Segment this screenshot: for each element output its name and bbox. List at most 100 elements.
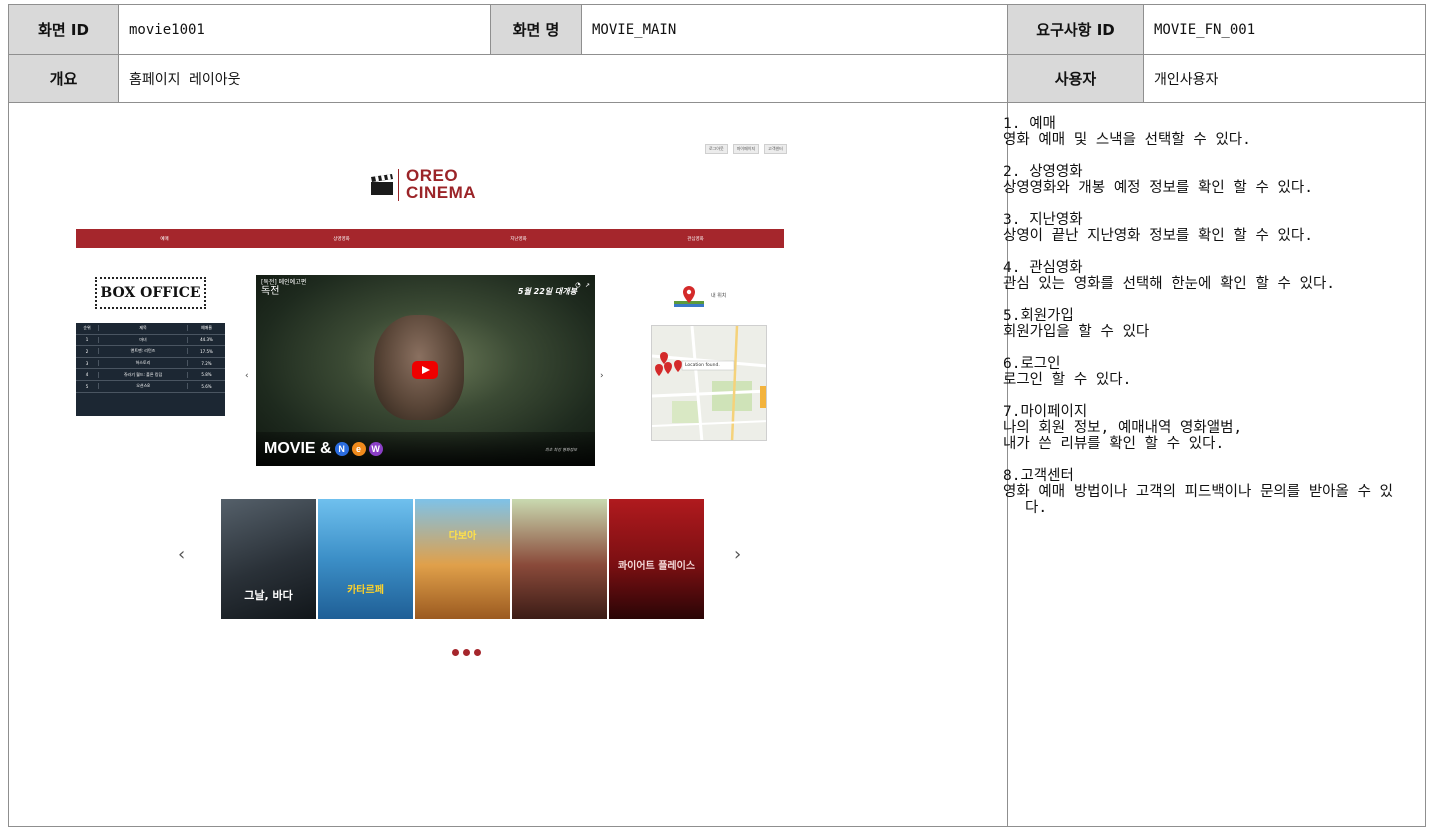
- feature-title: 8.고객센터: [1003, 468, 1074, 484]
- feature-body: 영화 예매 방법이나 고객의 피드백이나 문의를 받아올 수 있다.: [1003, 484, 1393, 516]
- pagination-dot[interactable]: [463, 649, 470, 656]
- my-location[interactable]: 내 위치: [672, 284, 772, 312]
- title-cell: 마녀: [98, 336, 188, 343]
- rank-cell: 5: [85, 383, 89, 389]
- nav-item-past-movies[interactable]: 지난영화: [430, 236, 607, 242]
- share-icon[interactable]: ◔ ↗: [576, 280, 590, 289]
- feature-body: 나의 회원 정보, 예매내역 영화앨범,: [1003, 420, 1243, 436]
- rate-cell: 44.3%: [200, 337, 213, 343]
- feature-item: 3. 지난영화 상영이 끝난 지난영화 정보를 확인 할 수 있다.: [1003, 212, 1413, 244]
- feature-title: 3. 지난영화: [1003, 212, 1083, 228]
- logo-line-1: OREO: [406, 166, 459, 185]
- pagination-dot[interactable]: [474, 649, 481, 656]
- video-note: 최초 최강 영화정보: [545, 447, 577, 452]
- location-pin-icon: [674, 286, 704, 307]
- nav-item-booking[interactable]: 예매: [76, 236, 253, 242]
- feature-body: 회원가입을 할 수 있다: [1003, 324, 1150, 340]
- box-office-table: 순위 제목 예매율 1 마녀 44.3% 2 앤트맨: 리턴즈 17.5% 3 …: [76, 323, 225, 416]
- map-graphic: [652, 326, 766, 440]
- video-next-arrow[interactable]: ›: [600, 371, 604, 381]
- screen-id-label: 화면 ID: [9, 5, 119, 55]
- location-label: 내 위치: [711, 293, 727, 299]
- table-row[interactable]: 1 마녀 44.3%: [76, 335, 225, 347]
- header-title: 제목: [98, 325, 188, 332]
- feature-description-list: 1. 예매 영화 예매 및 스낵을 선택할 수 있다. 2. 상영영화 상영영화…: [1003, 116, 1413, 532]
- feature-title: 4. 관심영화: [1003, 260, 1083, 276]
- feature-item: 5.회원가입 회원가입을 할 수 있다: [1003, 308, 1413, 340]
- trailer-video[interactable]: [독전] 메인예고편 독전 ◔ ↗ 5월 22일 대개봉 MOVIE & N e…: [256, 275, 595, 466]
- brand-letter-n: N: [334, 442, 349, 456]
- rate-cell: 5.6%: [201, 383, 212, 389]
- poster-prev-arrow[interactable]: ‹: [178, 544, 185, 565]
- table-header: 순위 제목 예매율: [76, 323, 225, 335]
- box-office-title: BOX OFFICE: [95, 277, 206, 309]
- feature-item: 8.고객센터 영화 예매 방법이나 고객의 피드백이나 문의를 받아올 수 있다…: [1003, 468, 1413, 516]
- video-prev-arrow[interactable]: ‹: [245, 371, 249, 381]
- feature-body: 영화 예매 및 스낵을 선택할 수 있다.: [1003, 132, 1251, 148]
- video-title: [독전] 메인예고편 독전: [261, 279, 306, 297]
- header-rank: 순위: [83, 325, 91, 331]
- user-label: 사용자: [1008, 55, 1144, 103]
- screen-name-value: MOVIE_MAIN: [582, 5, 1008, 55]
- table-row[interactable]: 4 쥬라기 월드: 폴른 킹덤 5.8%: [76, 369, 225, 381]
- feature-body: 상영이 끝난 지난영화 정보를 확인 할 수 있다.: [1003, 228, 1313, 244]
- title-cell: 허스토리: [98, 360, 188, 367]
- brand-text: MOVIE &: [264, 440, 332, 457]
- customer-center-link[interactable]: 고객센터: [764, 144, 787, 154]
- feature-body: 로그인 할 수 있다.: [1003, 372, 1132, 388]
- location-map[interactable]: Location found.: [651, 325, 767, 441]
- rank-cell: 1: [85, 337, 89, 343]
- requirement-id-label: 요구사항 ID: [1008, 5, 1144, 55]
- feature-title: 1. 예매: [1003, 116, 1056, 132]
- rate-cell: 17.5%: [200, 348, 213, 354]
- clapperboard-icon: [371, 174, 393, 195]
- feature-item: 4. 관심영화 관심 있는 영화를 선택해 한눈에 확인 할 수 있다.: [1003, 260, 1413, 292]
- feature-title: 5.회원가입: [1003, 308, 1074, 324]
- title-cell: 오션스8: [98, 383, 188, 390]
- screen-id-value: movie1001: [119, 5, 491, 55]
- feature-item: 1. 예매 영화 예매 및 스낵을 선택할 수 있다.: [1003, 116, 1413, 148]
- title-cell: 앤트맨: 리턴즈: [98, 348, 188, 355]
- poster-title: 카타르페: [347, 585, 384, 596]
- play-button[interactable]: [412, 361, 438, 379]
- rate-cell: 5.8%: [201, 372, 212, 378]
- feature-title: 6.로그인: [1003, 356, 1061, 372]
- rank-cell: 4: [85, 372, 89, 378]
- video-release-date: 5월 22일 대개봉: [517, 287, 577, 296]
- logout-link[interactable]: 로그아웃: [705, 144, 728, 154]
- user-value: 개인사용자: [1144, 55, 1425, 103]
- feature-title: 2. 상영영화: [1003, 164, 1083, 180]
- video-title-line-2: 독전: [261, 286, 280, 297]
- logo-divider: [398, 169, 399, 201]
- movie-poster[interactable]: [512, 499, 607, 619]
- poster-carousel: 그날, 바다 카타르페 다보아 콰이어트 플레이스: [221, 499, 705, 619]
- nav-item-favorites[interactable]: 관심영화: [607, 236, 784, 242]
- pagination-dot[interactable]: [452, 649, 459, 656]
- requirement-id-value: MOVIE_FN_001: [1144, 5, 1425, 55]
- main-nav: 예매 상영영화 지난영화 관심영화: [76, 229, 784, 248]
- logo-text: OREO CINEMA: [406, 167, 476, 201]
- movie-poster[interactable]: 그날, 바다: [221, 499, 316, 619]
- oreo-cinema-logo[interactable]: OREO CINEMA: [370, 166, 490, 206]
- poster-title: 콰이어트 플레이스: [617, 561, 696, 572]
- movie-poster[interactable]: 콰이어트 플레이스: [609, 499, 704, 619]
- brand-letter-e: e: [351, 442, 366, 456]
- movie-poster[interactable]: 카타르페: [318, 499, 413, 619]
- table-row[interactable]: 3 허스토리 7.2%: [76, 358, 225, 370]
- nav-item-now-showing[interactable]: 상영영화: [253, 236, 430, 242]
- feature-body-line-2: 내가 쓴 리뷰를 확인 할 수 있다.: [1003, 436, 1225, 452]
- overview-value: 홈페이지 레이아웃: [119, 55, 1008, 103]
- rank-cell: 2: [85, 348, 89, 354]
- header-rate: 예매율: [200, 325, 213, 331]
- poster-title: 그날, 바다: [244, 589, 293, 602]
- title-cell: 쥬라기 월드: 폴른 킹덤: [98, 371, 188, 378]
- poster-next-arrow[interactable]: ›: [734, 544, 741, 565]
- feature-title: 7.마이페이지: [1003, 404, 1088, 420]
- rate-cell: 7.2%: [201, 360, 212, 366]
- mypage-link[interactable]: 마이페이지: [732, 144, 760, 154]
- video-title-line-1: [독전] 메인예고편: [261, 279, 307, 286]
- table-row[interactable]: 2 앤트맨: 리턴즈 17.5%: [76, 346, 225, 358]
- overview-label: 개요: [9, 55, 119, 103]
- table-row[interactable]: 5 오션스8 5.6%: [76, 381, 225, 393]
- movie-poster[interactable]: 다보아: [415, 499, 510, 619]
